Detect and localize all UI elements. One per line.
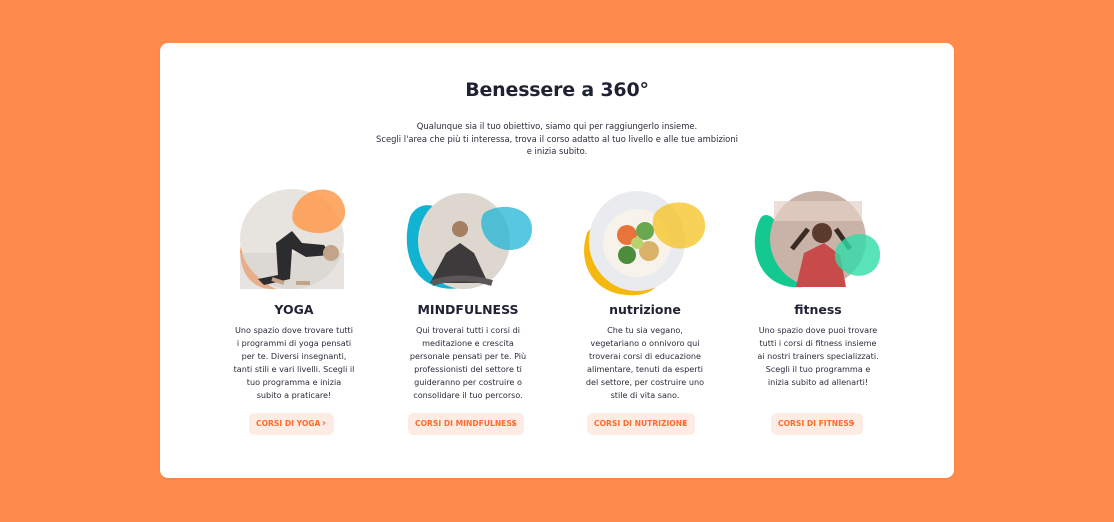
mindfulness-courses-button[interactable]: CORSI DI MINDFULNESS › xyxy=(408,413,524,435)
category-description: Uno spazio dove trovare tutti i programm… xyxy=(216,324,372,402)
wellness-section-card: Benessere a 360° Qualunque sia il tuo ob… xyxy=(160,43,954,478)
desc-line: Che tu sia vegano, xyxy=(607,325,683,335)
desc-line: consolidare il tuo percorso. xyxy=(413,390,523,400)
category-description: Uno spazio dove puoi trovare tutti i cor… xyxy=(740,324,896,389)
category-title: fitness xyxy=(794,302,842,317)
desc-line: guideranno per costruire o xyxy=(414,377,522,387)
nutrizione-illustration xyxy=(584,191,706,296)
mindfulness-illustration xyxy=(406,193,532,289)
desc-line: tutti i corsi di fitness insieme xyxy=(759,338,877,348)
button-label: CORSI DI FITNESS xyxy=(778,419,854,428)
category-description: Qui troverai tutti i corsi di meditazion… xyxy=(390,324,546,402)
yoga-illustration xyxy=(240,189,346,290)
desc-line: i programmi di yoga pensati xyxy=(236,338,352,348)
section-intro: Qualunque sia il tuo obiettivo, siamo qu… xyxy=(360,120,754,158)
button-label: CORSI DI MINDFULNESS xyxy=(415,419,517,428)
desc-line: meditazione e crescita xyxy=(422,338,514,348)
button-label: CORSI DI NUTRIZIONE xyxy=(594,419,688,428)
desc-line: Uno spazio dove puoi trovare xyxy=(758,325,878,335)
intro-line: Scegli l'area che più ti interessa, trov… xyxy=(376,133,738,144)
nutrizione-courses-button[interactable]: CORSI DI NUTRIZIONE › xyxy=(587,413,695,435)
desc-line: tanti stili e vari livelli. Scegli il xyxy=(233,364,355,374)
desc-line: tuo programma e inizia xyxy=(246,377,342,387)
page-background: Benessere a 360° Qualunque sia il tuo ob… xyxy=(0,0,1114,522)
desc-line: Qui troverai tutti i corsi di xyxy=(416,325,520,335)
chevron-right-icon: › xyxy=(682,418,687,429)
desc-line: inizia subito ad allenarti! xyxy=(767,377,869,387)
chevron-right-icon: › xyxy=(511,418,516,429)
desc-line: Scegli il tuo programma e xyxy=(765,364,871,374)
desc-line: alimentare, tenuti da esperti xyxy=(587,364,703,374)
desc-line: Uno spazio dove trovare tutti xyxy=(235,325,353,335)
category-title: MINDFULNESS xyxy=(417,302,519,317)
section-title: Benessere a 360° xyxy=(465,79,649,101)
desc-line: personale pensati per te. Più xyxy=(409,351,527,361)
desc-line: vegetariano o onnivoro qui xyxy=(590,338,700,348)
desc-line: ai nostri trainers specializzati. xyxy=(757,351,879,361)
button-label: CORSI DI YOGA xyxy=(256,419,321,428)
desc-line: stile di vita sano. xyxy=(610,390,680,400)
yoga-courses-button[interactable]: CORSI DI YOGA › xyxy=(249,413,334,435)
category-title: nutrizione xyxy=(609,302,681,317)
intro-line: e inizia subito. xyxy=(526,146,588,156)
desc-line: del settore, per costruire uno xyxy=(585,377,705,387)
intro-line: Qualunque sia il tuo obiettivo, siamo qu… xyxy=(416,121,698,131)
chevron-right-icon: › xyxy=(321,418,326,429)
category-description: Che tu sia vegano, vegetariano o onnivor… xyxy=(567,324,723,402)
desc-line: subito a praticare! xyxy=(256,390,332,400)
fitness-courses-button[interactable]: CORSI DI FITNESS › xyxy=(771,413,863,435)
fitness-illustration xyxy=(754,191,881,288)
chevron-right-icon: › xyxy=(850,418,855,429)
desc-line: troverai corsi di educazione xyxy=(588,351,702,361)
desc-line: per te. Diversi insegnanti, xyxy=(241,351,347,361)
category-title: YOGA xyxy=(274,302,314,317)
desc-line: professionisti del settore ti xyxy=(414,364,522,374)
